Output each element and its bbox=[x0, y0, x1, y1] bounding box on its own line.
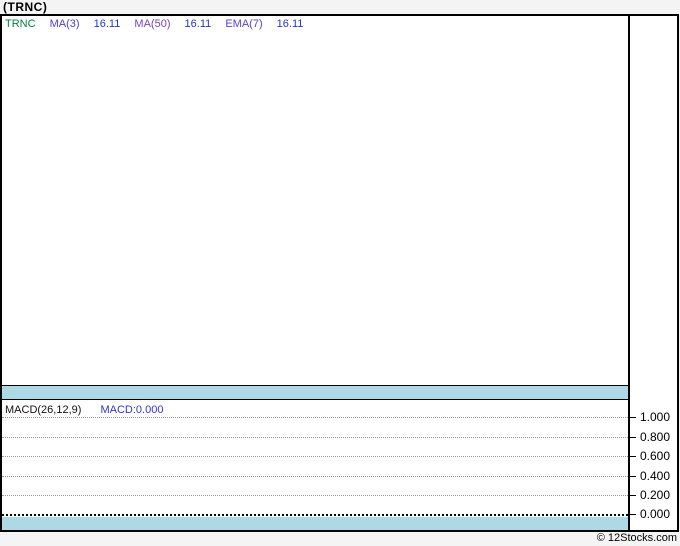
macd-params-label: MACD(26,12,9) bbox=[5, 404, 82, 416]
legend-ema7-label: EMA(7) bbox=[225, 18, 263, 30]
price-legend: TRNC MA(3) 16.11 MA(50) 16.11 EMA(7) 16.… bbox=[5, 18, 314, 30]
legend-ema7-value: 16.11 bbox=[276, 18, 304, 30]
gridline-0.600 bbox=[2, 456, 628, 457]
tick-label-0.600: 0.600 bbox=[640, 449, 671, 463]
stock-chart-page: (TRNC) TRNC MA(3) 16.11 MA(50) 16.11 EMA… bbox=[0, 0, 680, 546]
tick-0.200 bbox=[628, 495, 636, 496]
legend-ma3-label: MA(3) bbox=[49, 18, 80, 30]
ticker-title: (TRNC) bbox=[3, 0, 48, 14]
tick-label-0.200: 0.200 bbox=[640, 488, 671, 502]
legend-ma50-label: MA(50) bbox=[134, 18, 171, 30]
chart-frame: TRNC MA(3) 16.11 MA(50) 16.11 EMA(7) 16.… bbox=[0, 14, 679, 532]
tick-0.600 bbox=[628, 456, 636, 457]
legend-ticker: TRNC bbox=[5, 18, 36, 30]
tick-0.400 bbox=[628, 476, 636, 477]
tick-label-1.000: 1.000 bbox=[640, 410, 671, 424]
y-axis-divider bbox=[628, 16, 630, 530]
tick-0.800 bbox=[628, 437, 636, 438]
macd-value-label: MACD:0.000 bbox=[100, 404, 164, 416]
gridline-1.000 bbox=[2, 417, 628, 418]
copyright-link[interactable]: © 12Stocks.com bbox=[597, 532, 677, 544]
gridline-0.200 bbox=[2, 495, 628, 496]
macd-bottom-band bbox=[2, 517, 628, 530]
tick-label-0.800: 0.800 bbox=[640, 430, 671, 444]
legend-ma3-value: 16.11 bbox=[93, 18, 121, 30]
price-axis-band bbox=[2, 385, 628, 400]
tick-label-0.400: 0.400 bbox=[640, 469, 671, 483]
gridline-zero bbox=[2, 514, 628, 516]
gridline-0.400 bbox=[2, 476, 628, 477]
tick-label-0.000: 0.000 bbox=[640, 507, 671, 521]
tick-0.000 bbox=[628, 514, 636, 515]
macd-legend: MACD(26,12,9) MACD:0.000 bbox=[5, 404, 163, 416]
legend-ma50-value: 16.11 bbox=[184, 18, 212, 30]
tick-1.000 bbox=[628, 417, 636, 418]
gridline-0.800 bbox=[2, 437, 628, 438]
